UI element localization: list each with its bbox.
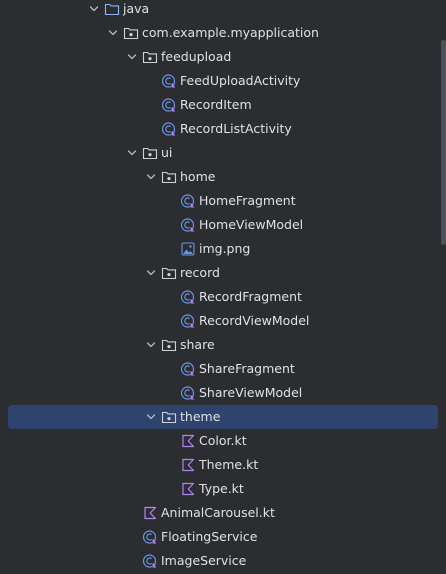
- tree-item-label: Color.kt: [199, 433, 247, 448]
- tree-chevron-spacer: [162, 313, 178, 329]
- tree-chevron-spacer: [143, 97, 159, 113]
- tree-item-theme[interactable]: theme: [8, 405, 438, 429]
- tree-item-label: Type.kt: [199, 481, 244, 496]
- tree-item-label: record: [180, 265, 220, 280]
- tree-item-feedupload[interactable]: feedupload: [0, 45, 438, 69]
- tree-item-home[interactable]: home: [0, 165, 438, 189]
- tree-item-label: ShareFragment: [199, 361, 295, 376]
- tree-item-sharefragment[interactable]: ShareFragment: [0, 357, 438, 381]
- chevron-down-icon[interactable]: [143, 169, 159, 185]
- package-icon: [161, 265, 177, 281]
- vertical-scrollbar[interactable]: [441, 40, 446, 245]
- tree-chevron-spacer: [162, 193, 178, 209]
- chevron-down-icon[interactable]: [143, 337, 159, 353]
- tree-item-feeduploadactivity[interactable]: FeedUploadActivity: [0, 69, 438, 93]
- kotlin-file-icon: [180, 481, 196, 497]
- tree-item-label: RecordFragment: [199, 289, 302, 304]
- package-icon: [161, 409, 177, 425]
- tree-chevron-spacer: [162, 457, 178, 473]
- tree-item-label: AnimalCarousel.kt: [161, 505, 275, 520]
- tree-item-com-example-myapplication[interactable]: com.example.myapplication: [0, 21, 438, 45]
- tree-item-label: com.example.myapplication: [142, 25, 319, 40]
- kotlin-class-icon: [161, 121, 177, 137]
- tree-item-record[interactable]: record: [0, 261, 438, 285]
- package-icon: [161, 169, 177, 185]
- tree-item-label: Theme.kt: [199, 457, 259, 472]
- tree-chevron-spacer: [143, 73, 159, 89]
- tree-item-label: img.png: [199, 241, 251, 256]
- chevron-down-icon[interactable]: [105, 25, 121, 41]
- tree-chevron-spacer: [124, 505, 140, 521]
- kotlin-class-icon: [180, 313, 196, 329]
- tree-item-imageservice[interactable]: ImageService: [0, 549, 438, 573]
- tree-item-shareviewmodel[interactable]: ShareViewModel: [0, 381, 438, 405]
- kotlin-class-icon: [180, 289, 196, 305]
- tree-item-label: ShareViewModel: [199, 385, 303, 400]
- tree-item-homefragment[interactable]: HomeFragment: [0, 189, 438, 213]
- project-tree: java com.example.myapplication feedupload F…: [0, 0, 446, 574]
- tree-item-recorditem[interactable]: RecordItem: [0, 93, 438, 117]
- tree-item-theme-kt[interactable]: Theme.kt: [0, 453, 438, 477]
- kotlin-file-icon: [180, 457, 196, 473]
- package-icon: [142, 49, 158, 65]
- tree-chevron-spacer: [162, 217, 178, 233]
- chevron-down-icon[interactable]: [124, 49, 140, 65]
- tree-chevron-spacer: [124, 553, 140, 569]
- package-icon: [142, 145, 158, 161]
- image-file-icon: [180, 241, 196, 257]
- tree-chevron-spacer: [143, 121, 159, 137]
- tree-chevron-spacer: [124, 529, 140, 545]
- tree-item-recordfragment[interactable]: RecordFragment: [0, 285, 438, 309]
- tree-item-label: share: [180, 337, 215, 352]
- kotlin-class-icon: [180, 193, 196, 209]
- chevron-down-icon[interactable]: [124, 145, 140, 161]
- tree-chevron-spacer: [162, 241, 178, 257]
- tree-chevron-spacer: [162, 433, 178, 449]
- tree-item-label: java: [123, 1, 150, 16]
- tree-item-label: FloatingService: [161, 529, 258, 544]
- tree-item-homeviewmodel[interactable]: HomeViewModel: [0, 213, 438, 237]
- kotlin-class-icon: [161, 97, 177, 113]
- tree-item-label: home: [180, 169, 216, 184]
- tree-item-label: RecordListActivity: [180, 121, 292, 136]
- folder-icon: [104, 1, 120, 17]
- tree-item-label: feedupload: [161, 49, 232, 64]
- tree-item-img-png[interactable]: img.png: [0, 237, 438, 261]
- tree-item-label: RecordItem: [180, 97, 252, 112]
- tree-item-label: FeedUploadActivity: [180, 73, 301, 88]
- tree-item-ui[interactable]: ui: [0, 141, 438, 165]
- kotlin-class-icon: [180, 385, 196, 401]
- tree-item-animalcarousel-kt[interactable]: AnimalCarousel.kt: [0, 501, 438, 525]
- tree-chevron-spacer: [162, 481, 178, 497]
- kotlin-class-icon: [142, 529, 158, 545]
- kotlin-file-icon: [142, 505, 158, 521]
- tree-item-label: HomeViewModel: [199, 217, 304, 232]
- tree-item-label: ui: [161, 145, 173, 160]
- kotlin-class-icon: [180, 217, 196, 233]
- tree-item-label: theme: [180, 409, 221, 424]
- tree-chevron-spacer: [162, 289, 178, 305]
- package-icon: [123, 25, 139, 41]
- tree-item-share[interactable]: share: [0, 333, 438, 357]
- tree-item-java[interactable]: java: [0, 0, 438, 21]
- tree-chevron-spacer: [162, 385, 178, 401]
- kotlin-class-icon: [161, 73, 177, 89]
- package-icon: [161, 337, 177, 353]
- tree-item-color-kt[interactable]: Color.kt: [0, 429, 438, 453]
- tree-item-label: ImageService: [161, 553, 247, 568]
- tree-item-recordviewmodel[interactable]: RecordViewModel: [0, 309, 438, 333]
- tree-chevron-spacer: [162, 361, 178, 377]
- chevron-down-icon[interactable]: [86, 1, 102, 17]
- chevron-down-icon[interactable]: [143, 265, 159, 281]
- tree-item-label: RecordViewModel: [199, 313, 310, 328]
- tree-item-type-kt[interactable]: Type.kt: [0, 477, 438, 501]
- kotlin-file-icon: [180, 433, 196, 449]
- kotlin-class-icon: [142, 553, 158, 569]
- chevron-down-icon[interactable]: [143, 409, 159, 425]
- tree-item-recordlistactivity[interactable]: RecordListActivity: [0, 117, 438, 141]
- tree-item-floatingservice[interactable]: FloatingService: [0, 525, 438, 549]
- tree-item-label: HomeFragment: [199, 193, 296, 208]
- kotlin-class-icon: [180, 361, 196, 377]
